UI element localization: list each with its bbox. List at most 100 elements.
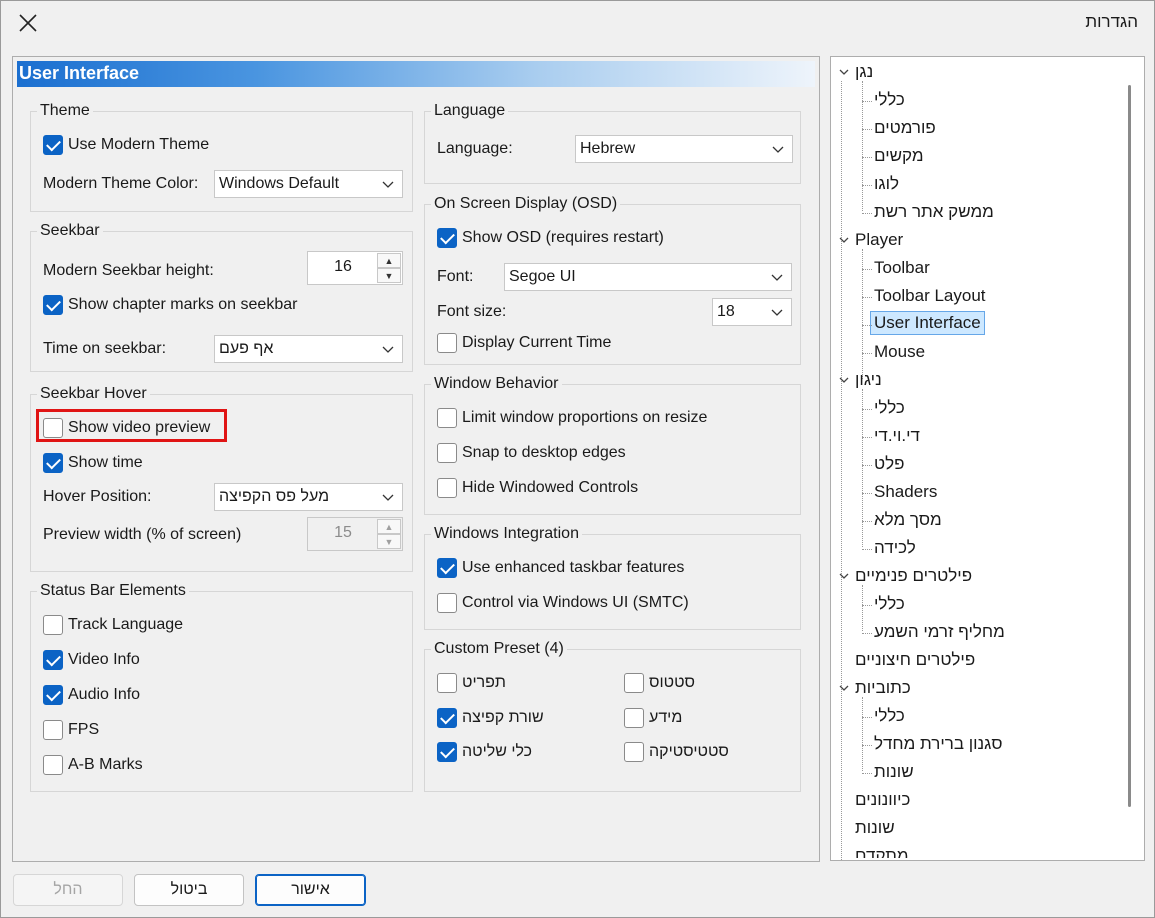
tree-child-item[interactable]: לוגו (874, 173, 899, 195)
tree-connector (862, 549, 872, 550)
chevron-down-icon[interactable] (838, 682, 850, 694)
checkbox-box[interactable] (43, 755, 63, 775)
tree-child-item[interactable]: סגנון ברירת מחדל (874, 733, 1003, 755)
osd-font-select[interactable]: Segoe UI (504, 263, 792, 291)
language-select[interactable]: Hebrew (575, 135, 793, 163)
checkbox-box[interactable] (437, 558, 457, 578)
preset-checkbox[interactable]: כלי שליטה (437, 742, 532, 762)
tree-child-item[interactable]: כללי (874, 89, 905, 111)
tree-child-item[interactable]: ממשק אתר רשת (874, 201, 994, 223)
checkbox-box[interactable] (43, 135, 63, 155)
checkbox-box[interactable] (437, 408, 457, 428)
checkbox-box[interactable] (437, 333, 457, 353)
status-item-checkbox[interactable]: A-B Marks (43, 755, 143, 775)
tree-category-item[interactable]: פילטרים חיצוניים (855, 649, 975, 671)
checkbox-box[interactable] (43, 615, 63, 635)
preset-checkbox[interactable]: סטטיסטיקה (624, 742, 729, 762)
language-group-title: Language (431, 102, 509, 120)
window-behavior-checkbox[interactable]: Snap to desktop edges (437, 443, 626, 463)
checkbox-box[interactable] (437, 673, 457, 693)
osd-size-select[interactable]: 18 (712, 298, 792, 326)
tree-child-item[interactable]: Toolbar Layout (874, 285, 986, 307)
window-behavior-checkbox[interactable]: Hide Windowed Controls (437, 478, 638, 498)
tree-child-item[interactable]: כללי (874, 397, 905, 419)
preset-checkbox[interactable]: מידע (624, 708, 682, 728)
tree-category-item[interactable]: Player (855, 229, 903, 251)
checkbox-box[interactable] (624, 708, 644, 728)
hover-position-select[interactable]: מעל פס הקפיצה (214, 483, 403, 511)
checkbox-box[interactable] (624, 673, 644, 693)
tree-child-item[interactable]: User Interface (870, 311, 985, 335)
preset-checkbox[interactable]: תפריט (437, 673, 506, 693)
status-item-checkbox[interactable]: Video Info (43, 650, 140, 670)
tree-category-item[interactable]: כיוונונים (855, 789, 910, 811)
chevron-down-icon[interactable] (838, 570, 850, 582)
status-item-checkbox[interactable]: Audio Info (43, 685, 140, 705)
checkbox-box[interactable] (43, 720, 63, 740)
tree-connector (862, 745, 872, 746)
tree-child-item[interactable]: כללי (874, 705, 905, 727)
tree-category-item[interactable]: כתוביות (855, 677, 911, 699)
windows-integration-checkbox[interactable]: Control via Windows UI (SMTC) (437, 593, 689, 613)
seekbar-height-stepper[interactable]: 16 ▲ ▼ (307, 251, 403, 285)
checkbox-box[interactable] (624, 742, 644, 762)
checkbox-box[interactable] (43, 295, 63, 315)
use-modern-theme-checkbox[interactable]: Use Modern Theme (43, 135, 209, 155)
tree-child-item[interactable]: מקשים (874, 145, 924, 167)
chevron-down-icon[interactable] (838, 374, 850, 386)
spin-down-button[interactable]: ▼ (377, 268, 401, 283)
checkbox-box[interactable] (437, 708, 457, 728)
tree-child-item[interactable]: לכידה (874, 537, 916, 559)
checkbox-box[interactable] (437, 228, 457, 248)
status-bar-group-title: Status Bar Elements (37, 582, 189, 600)
tree-child-item[interactable]: שונות (874, 761, 914, 783)
tree-category-item[interactable]: ניגון (855, 369, 882, 391)
tree-category-item[interactable]: נגן (855, 61, 873, 83)
tree-category-item[interactable]: שונות (855, 817, 895, 839)
cancel-button[interactable]: ביטול (134, 874, 244, 906)
tree-child-item[interactable]: די.וי.די (874, 425, 920, 447)
display-current-time-checkbox[interactable]: Display Current Time (437, 333, 611, 353)
tree-category-item[interactable]: מתקדם (855, 845, 909, 858)
checkbox-box[interactable] (437, 443, 457, 463)
preset-checkbox[interactable]: סטטוס (624, 673, 695, 693)
tree-child-item[interactable]: Toolbar (874, 257, 930, 279)
spin-up-button[interactable]: ▲ (377, 253, 401, 268)
window-behavior-checkbox[interactable]: Limit window proportions on resize (437, 408, 707, 428)
checkbox-box[interactable] (43, 650, 63, 670)
show-video-preview-checkbox[interactable]: Show video preview (43, 418, 210, 438)
tree-child-item[interactable]: פורמטים (874, 117, 936, 139)
checkbox-box[interactable] (43, 453, 63, 473)
close-icon[interactable] (15, 10, 41, 36)
status-item-checkbox[interactable]: Track Language (43, 615, 183, 635)
chapter-marks-checkbox[interactable]: Show chapter marks on seekbar (43, 295, 297, 315)
tree-category-item[interactable]: פילטרים פנימיים (855, 565, 972, 587)
tree-child-item[interactable]: פלט (874, 453, 904, 475)
checkbox-box[interactable] (43, 418, 63, 438)
show-time-checkbox[interactable]: Show time (43, 453, 143, 473)
tree-child-item[interactable]: Mouse (874, 341, 925, 363)
ok-button[interactable]: אישור (255, 874, 366, 906)
apply-button[interactable]: החל (13, 874, 123, 906)
tree-child-item[interactable]: כללי (874, 593, 905, 615)
show-osd-checkbox[interactable]: Show OSD (requires restart) (437, 228, 664, 248)
theme-group-title: Theme (37, 102, 93, 120)
preview-width-stepper[interactable]: 15 ▲ ▼ (307, 517, 403, 551)
chevron-down-icon[interactable] (838, 66, 850, 78)
spin-down-button[interactable]: ▼ (377, 534, 401, 549)
tree-scrollbar[interactable] (1128, 85, 1131, 807)
checkbox-box[interactable] (43, 685, 63, 705)
theme-color-select[interactable]: Windows Default (214, 170, 403, 198)
chevron-down-icon[interactable] (838, 234, 850, 246)
status-item-checkbox[interactable]: FPS (43, 720, 99, 740)
tree-child-item[interactable]: מחליף זרמי השמע (874, 621, 1005, 643)
checkbox-box[interactable] (437, 742, 457, 762)
windows-integration-checkbox[interactable]: Use enhanced taskbar features (437, 558, 684, 578)
tree-child-item[interactable]: Shaders (874, 481, 937, 503)
time-on-seekbar-select[interactable]: אף פעם (214, 335, 403, 363)
tree-child-item[interactable]: מסך מלא (874, 509, 942, 531)
checkbox-box[interactable] (437, 593, 457, 613)
checkbox-box[interactable] (437, 478, 457, 498)
spin-up-button[interactable]: ▲ (377, 519, 401, 534)
preset-checkbox[interactable]: שורת קפיצה (437, 708, 544, 728)
